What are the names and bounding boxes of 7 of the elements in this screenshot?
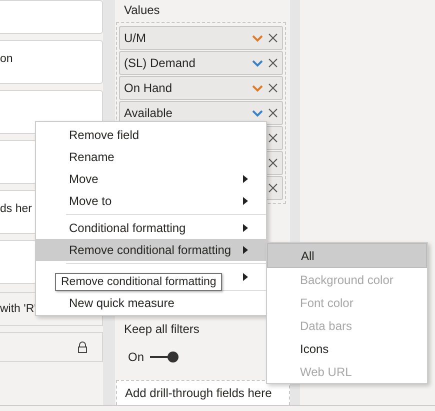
card-text: ds her [0, 203, 32, 215]
values-title: Values [123, 2, 161, 19]
filter-text: with 'R' [0, 303, 36, 315]
toggle-label: On [128, 350, 144, 364]
keep-filters-label: Keep all filters [123, 322, 200, 338]
card-text: on [0, 53, 13, 65]
tooltip: Remove conditional formatting [55, 273, 222, 291]
